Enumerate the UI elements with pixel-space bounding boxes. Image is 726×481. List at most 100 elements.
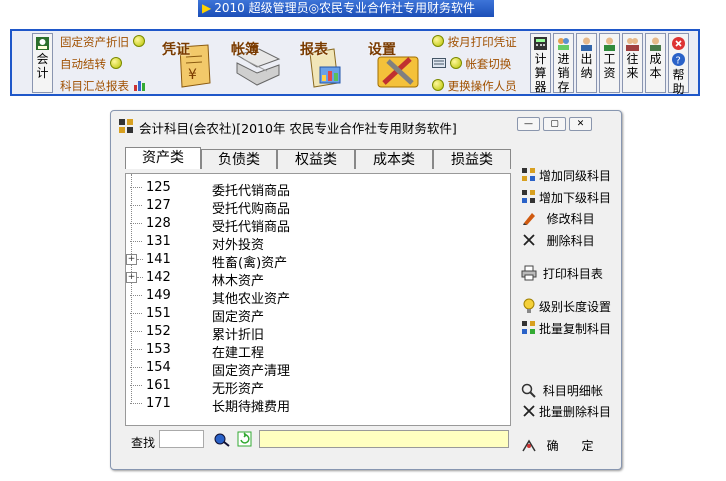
contacts-button[interactable]: 往来: [622, 33, 643, 93]
account-row[interactable]: 154 固定资产清理: [126, 359, 486, 379]
account-row[interactable]: 127 受托代购商品: [126, 197, 486, 217]
add-sibling-button[interactable]: 增加同级科目: [521, 167, 611, 185]
refresh-icon[interactable]: [237, 431, 252, 447]
tree-branch: [130, 313, 142, 314]
tab-liabilities[interactable]: 负债类: [201, 149, 277, 169]
account-row[interactable]: 161 无形资产: [126, 377, 486, 397]
tree-branch: [130, 385, 142, 386]
keyboard-icon: [432, 58, 446, 68]
inventory-button[interactable]: 进销存: [553, 33, 574, 94]
account-row[interactable]: +142 林木资产: [126, 269, 486, 289]
account-detail-button[interactable]: 科目明细帐: [521, 382, 603, 400]
search-input[interactable]: [159, 430, 204, 448]
restore-icon: ▢: [550, 119, 559, 129]
account-row[interactable]: 171 长期待摊费用: [126, 395, 486, 415]
tree-branch: [137, 259, 143, 260]
change-operator-link[interactable]: 更换操作人员: [432, 78, 517, 94]
batch-delete-button[interactable]: 批量删除科目: [521, 403, 611, 421]
edit-account-button[interactable]: 修改科目: [521, 210, 595, 228]
account-code: 128: [146, 216, 171, 231]
tree-branch: [130, 367, 142, 368]
delete-account-label: 删除科目: [546, 234, 595, 248]
account-code: 161: [146, 378, 171, 393]
depreciation-label: 固定资产折旧: [60, 35, 129, 49]
salary-button[interactable]: 工资: [599, 33, 620, 93]
help-button[interactable]: ? 帮助: [668, 33, 689, 96]
accounting-label: 会计: [36, 52, 49, 80]
depreciation-link[interactable]: 固定资产折旧: [60, 34, 145, 50]
delete-account-button[interactable]: 删除科目: [521, 232, 595, 250]
summary-report-link[interactable]: 科目汇总报表: [60, 78, 147, 94]
salary-icon: [604, 37, 615, 51]
tree-branch: [130, 187, 142, 188]
close-icon: ✕: [576, 119, 585, 129]
cashier-icon: [581, 37, 592, 51]
tab-profit-loss[interactable]: 损益类: [433, 149, 511, 169]
account-set-switch-link[interactable]: 帐套切换: [432, 56, 511, 72]
account-code: 171: [146, 396, 171, 411]
tree-branch: [130, 241, 142, 242]
restore-button[interactable]: ▢: [543, 117, 566, 131]
account-row[interactable]: 128 受托代销商品: [126, 215, 486, 235]
level-length-button[interactable]: 级别长度设置: [521, 298, 611, 316]
accounting-button[interactable]: 会计: [32, 33, 53, 93]
account-row[interactable]: 151 固定资产: [126, 305, 486, 325]
contacts-label: 往来: [626, 52, 639, 80]
printer-icon: [521, 265, 537, 281]
calculator-icon: [534, 37, 547, 50]
account-row[interactable]: +141 牲畜(禽)资产: [126, 251, 486, 271]
ledger-button[interactable]: 帐簿: [225, 31, 287, 93]
batch-copy-label: 批量复制科目: [539, 322, 612, 336]
svg-text:?: ?: [676, 56, 681, 67]
account-row[interactable]: 149 其他农业资产: [126, 287, 486, 307]
app-title-bar: ▶ 2010 超级管理员◎农民专业合作社专用财务软件: [198, 0, 494, 17]
settings-label: 设置: [368, 42, 396, 58]
green-dot-icon: [432, 79, 444, 91]
expand-icon[interactable]: +: [126, 272, 137, 283]
calculator-button[interactable]: 计算器: [530, 33, 551, 94]
chart-icon: [133, 81, 145, 91]
detail-icon: [521, 383, 536, 398]
confirm-button[interactable]: 确 定: [521, 437, 594, 455]
green-dot-icon: [132, 35, 145, 47]
monthly-print-link[interactable]: 按月打印凭证: [432, 34, 517, 50]
account-row[interactable]: 131 对外投资: [126, 233, 486, 253]
minimize-button[interactable]: —: [517, 117, 540, 131]
report-button[interactable]: 报表: [294, 31, 356, 93]
info-field: [259, 430, 509, 448]
account-code: 152: [146, 324, 171, 339]
expand-icon[interactable]: +: [126, 254, 137, 265]
cashier-button[interactable]: 出纳: [576, 33, 597, 93]
cost-button[interactable]: 成本: [645, 33, 666, 93]
voucher-button[interactable]: ¥ 凭证: [158, 31, 220, 93]
tab-equity[interactable]: 权益类: [277, 149, 355, 169]
vertical-scrollbar[interactable]: [510, 175, 511, 425]
auto-carry-over-link[interactable]: 自动结转: [60, 56, 122, 72]
monthly-print-label: 按月打印凭证: [447, 35, 517, 49]
add-sibling-icon: [522, 168, 535, 181]
green-dot-icon: [449, 57, 462, 69]
green-dot-icon: [432, 35, 444, 47]
batch-copy-button[interactable]: 批量复制科目: [521, 320, 611, 338]
account-row[interactable]: 153 在建工程: [126, 341, 486, 361]
tab-assets[interactable]: 资产类: [125, 147, 201, 169]
salary-label: 工资: [603, 52, 616, 80]
account-code: 154: [146, 360, 171, 375]
close-button[interactable]: ✕: [569, 117, 592, 131]
account-code: 151: [146, 306, 171, 321]
account-tree[interactable]: 125 委托代销商品 127 受托代购商品 128 受托代销商品 131 对外投资 +141 牲畜…: [125, 173, 511, 426]
account-row[interactable]: 125 委托代销商品: [126, 179, 486, 199]
copy-icon: [522, 321, 535, 334]
change-operator-label: 更换操作人员: [447, 79, 517, 93]
settings-button[interactable]: 设置: [366, 31, 428, 93]
tree-branch: [130, 331, 142, 332]
help-label: 帮助: [672, 68, 685, 96]
search-icon[interactable]: [213, 431, 231, 447]
cost-icon: [650, 37, 661, 51]
account-row[interactable]: 152 累计折旧: [126, 323, 486, 343]
tab-cost[interactable]: 成本类: [355, 149, 433, 169]
add-child-button[interactable]: 增加下级科目: [521, 189, 611, 207]
inventory-label: 进销存: [557, 52, 570, 94]
edit-icon: [523, 213, 535, 225]
print-accounts-button[interactable]: 打印科目表: [521, 265, 603, 283]
